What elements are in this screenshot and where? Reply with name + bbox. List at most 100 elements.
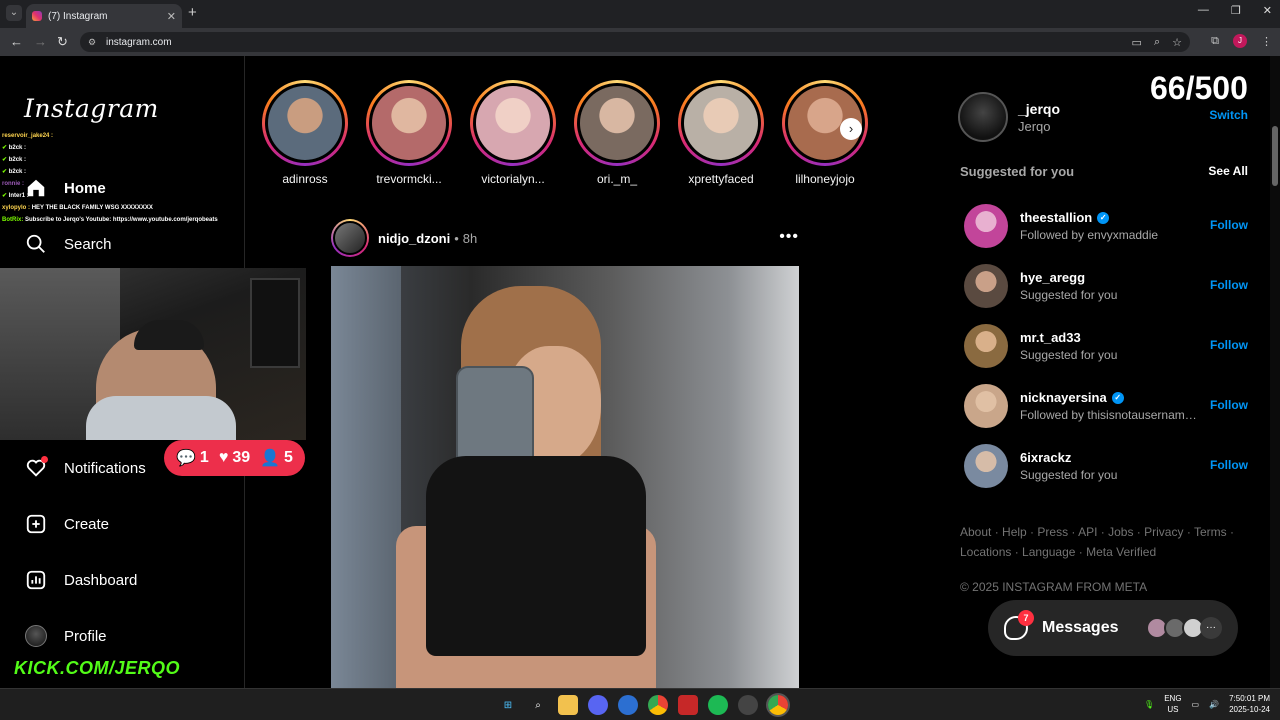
verified-badge-icon: ✓ bbox=[1111, 391, 1124, 404]
story-username: trevormcki... bbox=[376, 172, 442, 186]
current-user: _jerqo Jerqo Switch bbox=[958, 92, 1248, 142]
footer-link[interactable]: Jobs bbox=[1108, 525, 1133, 539]
browser-menu-icon[interactable]: ⋮ bbox=[1261, 35, 1272, 48]
switch-account-button[interactable]: Switch bbox=[1209, 108, 1248, 122]
footer-link[interactable]: API bbox=[1078, 525, 1097, 539]
taskbar-search-icon[interactable]: ⌕ bbox=[528, 695, 548, 715]
install-app-icon[interactable]: ▭ bbox=[1132, 36, 1142, 49]
mic-icon[interactable]: 🎙 bbox=[1144, 700, 1154, 709]
follow-button[interactable]: Follow bbox=[1210, 398, 1248, 412]
sidebar-item-profile[interactable]: Profile bbox=[24, 624, 107, 648]
page-scrollbar[interactable] bbox=[1270, 56, 1280, 688]
post-timestamp[interactable]: 8h bbox=[463, 231, 477, 246]
more-options-icon[interactable]: ••• bbox=[779, 228, 799, 246]
suggestions-header: Suggested for you See All bbox=[960, 164, 1248, 179]
spotify-icon[interactable] bbox=[708, 695, 728, 715]
footer-link[interactable]: Help bbox=[1002, 525, 1027, 539]
forward-arrow-icon[interactable]: → bbox=[34, 34, 47, 49]
bookmark-star-icon[interactable]: ☆ bbox=[1172, 36, 1182, 49]
story-username: victorialyn... bbox=[481, 172, 545, 186]
restore-icon[interactable]: ❐ bbox=[1231, 4, 1241, 17]
suggestion-reason: Followed by envyxmaddie bbox=[1020, 228, 1159, 242]
sidebar-item-notifications[interactable]: Notifications bbox=[24, 456, 146, 480]
browser-tab[interactable]: (7) Instagram ✕ bbox=[26, 4, 182, 28]
suggestion-row: nicknayersina ✓ Followed by thisisnotause… bbox=[964, 376, 1248, 436]
story-item[interactable]: adinross bbox=[262, 80, 348, 186]
tab-search-button[interactable]: ⌄ bbox=[6, 5, 22, 21]
footer-link[interactable]: Press bbox=[1037, 525, 1068, 539]
suggestion-avatar[interactable] bbox=[964, 204, 1008, 248]
reload-icon[interactable]: ↻ bbox=[57, 34, 68, 50]
suggestion-avatar[interactable] bbox=[964, 384, 1008, 428]
post-author-avatar[interactable] bbox=[331, 219, 369, 257]
story-avatar bbox=[684, 86, 758, 160]
current-user-avatar[interactable] bbox=[958, 92, 1008, 142]
site-info-icon[interactable]: ⚙ bbox=[88, 37, 98, 47]
tab-close-icon[interactable]: ✕ bbox=[167, 10, 176, 23]
post-image[interactable] bbox=[331, 266, 799, 688]
clock[interactable]: 7:50:01 PM 2025-10-24 bbox=[1229, 693, 1270, 715]
suggestion-avatar[interactable] bbox=[964, 264, 1008, 308]
footer-link[interactable]: Language bbox=[1022, 545, 1075, 559]
extensions-icon[interactable]: ⧉ bbox=[1211, 35, 1219, 48]
story-item[interactable]: xprettyfaced bbox=[678, 80, 764, 186]
footer-link[interactable]: About bbox=[960, 525, 991, 539]
footer-link[interactable]: Locations bbox=[960, 545, 1011, 559]
discord-icon[interactable] bbox=[588, 695, 608, 715]
sidebar-item-create[interactable]: Create bbox=[24, 512, 109, 536]
current-user-username[interactable]: _jerqo bbox=[1018, 101, 1060, 117]
footer-link[interactable]: Meta Verified bbox=[1086, 545, 1156, 559]
avatar-icon bbox=[24, 624, 48, 648]
volume-icon[interactable]: 🔊 bbox=[1209, 700, 1219, 709]
footer-link[interactable]: Terms bbox=[1194, 525, 1227, 539]
sidebar-item-search[interactable]: Search bbox=[24, 232, 112, 256]
story-item[interactable]: trevormcki... bbox=[366, 80, 452, 186]
chrome-icon[interactable] bbox=[648, 695, 668, 715]
post-author-username[interactable]: nidjo_dzoni bbox=[378, 231, 450, 246]
suggestion-username[interactable]: theestallion bbox=[1020, 210, 1092, 225]
suggestions-title: Suggested for you bbox=[960, 164, 1075, 179]
suggestion-username[interactable]: hye_aregg bbox=[1020, 270, 1085, 285]
story-item[interactable]: victorialyn... bbox=[470, 80, 556, 186]
chat-line: BotRix: Subscribe to Jerqo's Youtube: ht… bbox=[2, 217, 218, 223]
back-arrow-icon[interactable]: ← bbox=[10, 34, 23, 49]
follow-button[interactable]: Follow bbox=[1210, 458, 1248, 472]
app-icon[interactable] bbox=[618, 695, 638, 715]
close-window-icon[interactable]: ✕ bbox=[1263, 4, 1272, 17]
obs-icon[interactable] bbox=[738, 695, 758, 715]
footer-link[interactable]: Privacy bbox=[1144, 525, 1183, 539]
messages-button[interactable]: 7 Messages ··· bbox=[988, 600, 1238, 656]
likes-count: 39 bbox=[232, 449, 251, 466]
suggestion-username[interactable]: mr.t_ad33 bbox=[1020, 330, 1081, 345]
windows-start-icon[interactable]: ⊞ bbox=[498, 695, 518, 715]
suggestion-username[interactable]: nicknayersina bbox=[1020, 390, 1107, 405]
follow-button[interactable]: Follow bbox=[1210, 338, 1248, 352]
app-icon[interactable] bbox=[678, 695, 698, 715]
stories-next-chevron-icon[interactable]: › bbox=[840, 118, 862, 140]
suggestion-avatar[interactable] bbox=[964, 444, 1008, 488]
story-item[interactable]: ori._m_ bbox=[574, 80, 660, 186]
chrome-active-icon[interactable] bbox=[768, 695, 788, 715]
suggestion-row: hye_aregg Suggested for you Follow bbox=[964, 256, 1248, 316]
address-bar[interactable]: ⚙ instagram.com ▭ ⌕ ☆ bbox=[80, 32, 1190, 52]
see-all-link[interactable]: See All bbox=[1208, 164, 1248, 179]
new-tab-button[interactable]: + bbox=[188, 5, 197, 21]
zoom-icon[interactable]: ⌕ bbox=[1154, 36, 1160, 49]
follow-button[interactable]: Follow bbox=[1210, 218, 1248, 232]
file-explorer-icon[interactable] bbox=[558, 695, 578, 715]
copyright: © 2025 INSTAGRAM FROM META bbox=[960, 580, 1148, 594]
follow-button[interactable]: Follow bbox=[1210, 278, 1248, 292]
minimize-icon[interactable]: — bbox=[1198, 4, 1209, 17]
profile-avatar[interactable]: J bbox=[1233, 34, 1247, 48]
scrollbar-thumb[interactable] bbox=[1272, 126, 1278, 186]
story-avatar bbox=[372, 86, 446, 160]
heart-filled-icon: ♥ bbox=[218, 449, 229, 466]
instagram-logo[interactable]: Instagram bbox=[24, 94, 159, 123]
sidebar-item-dashboard[interactable]: Dashboard bbox=[24, 568, 137, 592]
language-indicator[interactable]: ENG US bbox=[1164, 693, 1181, 715]
more-dots-icon: ··· bbox=[1200, 617, 1222, 639]
network-icon[interactable]: ▭ bbox=[1192, 700, 1200, 709]
suggestion-username[interactable]: 6ixrackz bbox=[1020, 450, 1071, 465]
stream-chat-overlay: reservoir_jake24 : ✔ b2ck : ✔ b2ck : ✔ b… bbox=[2, 130, 242, 226]
suggestion-avatar[interactable] bbox=[964, 324, 1008, 368]
